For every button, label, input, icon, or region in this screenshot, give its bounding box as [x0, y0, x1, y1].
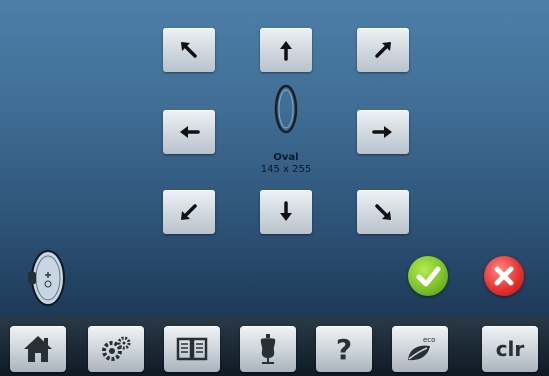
- clear-button[interactable]: clr: [482, 326, 538, 372]
- eco-leaf-icon: eco: [408, 336, 435, 361]
- move-down-left-button[interactable]: [163, 190, 215, 234]
- eco-label: eco: [423, 336, 435, 344]
- arrow-left-icon: [180, 126, 200, 138]
- eco-button[interactable]: eco: [392, 326, 448, 372]
- dress-form-icon: [260, 334, 276, 364]
- arrow-down-left-icon: [181, 204, 197, 220]
- move-up-right-button[interactable]: [357, 28, 409, 72]
- arrow-down-right-icon: [375, 204, 391, 220]
- confirm-button[interactable]: [408, 256, 448, 296]
- home-icon: [24, 336, 52, 362]
- x-icon: [494, 266, 514, 286]
- checkmark-icon: [416, 266, 441, 287]
- oval-hoop-icon: [274, 84, 298, 134]
- arrow-right-icon: [372, 126, 392, 138]
- help-button[interactable]: ?: [316, 326, 372, 372]
- move-down-right-button[interactable]: [357, 190, 409, 234]
- clear-label: clr: [495, 337, 525, 361]
- taskbar: ? eco clr: [0, 316, 549, 376]
- hoop-name: Oval: [273, 152, 299, 163]
- move-down-button[interactable]: [260, 190, 312, 234]
- hoop-size: 145 x 255: [260, 164, 312, 175]
- help-label: ?: [335, 332, 353, 366]
- hoop-selection-icon[interactable]: [24, 248, 68, 308]
- move-up-button[interactable]: [260, 28, 312, 72]
- tutorial-button[interactable]: [164, 326, 220, 372]
- hoop-move-screen: Oval 145 x 255: [0, 0, 549, 316]
- gears-icon: [102, 336, 131, 361]
- move-right-button[interactable]: [357, 110, 409, 154]
- arrow-up-right-icon: [375, 42, 391, 58]
- arrow-up-left-icon: [181, 42, 197, 58]
- cancel-button[interactable]: [484, 256, 524, 296]
- home-button[interactable]: [10, 326, 66, 372]
- book-icon: [176, 337, 208, 361]
- consultant-button[interactable]: [240, 326, 296, 372]
- arrow-down-icon: [280, 201, 292, 221]
- setup-button[interactable]: [88, 326, 144, 372]
- move-up-left-button[interactable]: [163, 28, 215, 72]
- arrow-up-icon: [280, 41, 292, 61]
- hoop-info: Oval 145 x 255: [236, 152, 336, 176]
- move-left-button[interactable]: [163, 110, 215, 154]
